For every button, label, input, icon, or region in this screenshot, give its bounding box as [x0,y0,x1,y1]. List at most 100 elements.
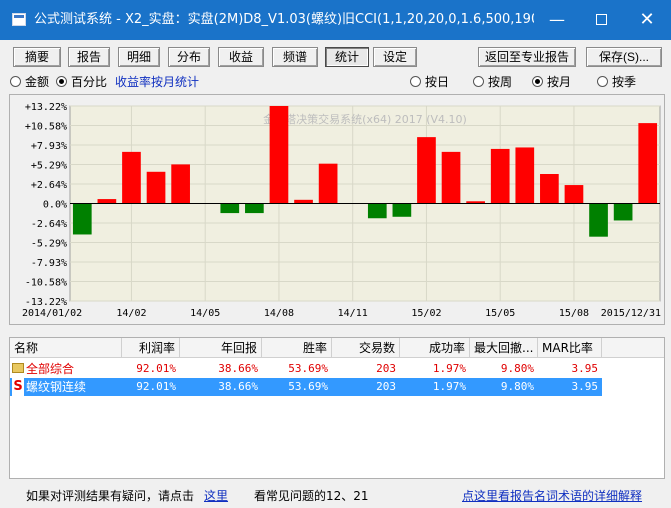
maximize-button[interactable] [578,0,624,40]
results-table[interactable]: 名称 利润率 年回报 胜率 交易数 成功率 最大回撤... MAR比率 全部综合… [9,337,665,479]
stat-caption: 收益率按月统计 [115,75,200,89]
col-trade-count[interactable]: 交易数 [332,338,400,358]
cell-mar-ratio: 3.95 [571,380,599,393]
bar [72,203,92,235]
radio-amount[interactable]: 金额 [10,74,49,90]
tab-detail[interactable]: 明细 [118,47,160,67]
cell-success-rate: 1.97% [432,362,466,375]
returns-bar-chart-svg: +13.22% +10.58% +7.93% +5.29% +2.64% 0.0% -2.6… [22,102,661,319]
x-tick-label: 15/02 [411,308,441,319]
radio-checked-icon [56,76,67,87]
radio-weekly[interactable]: 按周 [473,74,512,90]
radio-circle-icon [10,76,21,87]
return-pro-report-button[interactable]: 返回至专业报告 [478,47,576,67]
maximize-icon [595,14,607,25]
close-button[interactable]: ✕ [624,0,670,40]
x-tick-label: 14/11 [338,308,368,319]
cell-mar-ratio: 3.95 [571,362,599,375]
col-max-drawdown[interactable]: 最大回撤... [470,338,538,358]
x-tick-label: 14/05 [190,308,220,319]
y-tick-label: -13.22% [25,297,67,308]
col-success-rate[interactable]: 成功率 [400,338,470,358]
cell-profit-rate: 92.01% [136,362,176,375]
chart-watermark: 金字塔决策交易系统(x64) 2017 (V4.10) [263,112,467,126]
radio-quarterly[interactable]: 按季 [597,74,636,90]
y-tick-label: +13.22% [25,102,67,113]
cell-success-rate: 1.97% [432,380,466,393]
x-tick-label: 15/05 [485,308,515,319]
row-name: 全部综合 [26,362,75,376]
title-bar[interactable]: 公式测试系统 - X2_实盘：实盘(2M)D8_V1.03(螺纹)旧CCI(1,… [0,0,671,40]
bar [392,203,412,217]
bar [245,203,264,214]
bar [490,148,510,204]
x-tick-label: 2015/12/31 [601,308,661,319]
tab-settings[interactable]: 设定 [373,47,417,67]
cell-trade-count: 203 [376,380,396,393]
cell-annual-return: 38.66% [218,362,258,375]
bar [367,203,387,219]
tab-returns[interactable]: 收益 [218,47,264,67]
x-tick-label: 14/08 [264,308,294,319]
y-tick-label: -5.29% [31,239,67,250]
bar [540,173,559,204]
bar [294,199,313,204]
col-annual-return[interactable]: 年回报 [180,338,262,358]
footer-glossary-link[interactable]: 点这里看报告名词术语的详细解释 [462,488,642,504]
minimize-button[interactable]: — [534,0,580,40]
tab-statistics[interactable]: 统计 [325,47,369,67]
radio-daily[interactable]: 按日 [410,74,449,90]
bar [122,151,141,204]
cell-max-drawdown: 9.80% [500,380,534,393]
col-profit-rate[interactable]: 利润率 [122,338,180,358]
footer-here-link[interactable]: 这里 [204,488,228,504]
tab-distribution[interactable]: 分布 [168,47,210,67]
radio-percent[interactable]: 百分比 [56,74,107,90]
col-mar-ratio[interactable]: MAR比率 [538,338,602,358]
returns-chart[interactable]: +13.22% +10.58% +7.93% +5.29% +2.64% 0.0% -2.6… [9,94,665,325]
bar [417,137,436,204]
save-button[interactable]: 保存(S)... [586,47,662,67]
bar [171,164,190,204]
radio-monthly[interactable]: 按月 [532,74,571,90]
cell-win-rate: 53.69% [288,362,328,375]
bar [269,106,289,204]
window-title: 公式测试系统 - X2_实盘：实盘(2M)D8_V1.03(螺纹)旧CCI(1,… [34,12,534,27]
y-tick-label: -2.64% [31,219,67,230]
tab-spectrum[interactable]: 频谱 [272,47,318,67]
table-row[interactable]: 全部综合 92.01% 38.66% 53.69% 203 1.97% 9.80… [10,360,664,378]
radio-circle-icon [473,76,484,87]
y-tick-label: +5.29% [31,161,67,172]
cell-annual-return: 38.66% [218,380,258,393]
bar [97,199,117,204]
col-win-rate[interactable]: 胜率 [262,338,332,358]
bar [638,123,658,204]
bar [441,151,461,204]
tab-report[interactable]: 报告 [68,47,110,67]
cell-win-rate: 53.69% [288,380,328,393]
y-tick-label: +2.64% [31,180,67,191]
radio-checked-icon [532,76,543,87]
y-tick-label: +10.58% [25,122,67,133]
footer-question-text: 如果对评测结果有疑问，请点击 [26,489,195,503]
col-name[interactable]: 名称 [10,338,122,358]
bar [589,203,608,237]
footer-faq-text: 看常见问题的12、21 [254,489,369,503]
table-row[interactable]: S 螺纹钢连续 92.01% 38.66% 53.69% 203 1.97% 9… [10,378,602,396]
app-icon [12,13,26,26]
bar [318,163,338,204]
y-tick-label: -7.93% [31,258,67,269]
bar [515,147,535,204]
y-tick-label: -10.58% [25,278,67,289]
x-tick-label: 15/08 [559,308,589,319]
row-name: 螺纹钢连续 [26,380,87,394]
x-tick-label: 14/02 [116,308,146,319]
bar [564,185,584,204]
bar [613,203,633,221]
cell-profit-rate: 92.01% [136,380,176,393]
tab-summary[interactable]: 摘要 [13,47,61,67]
table-header: 名称 利润率 年回报 胜率 交易数 成功率 最大回撤... MAR比率 [10,338,664,358]
x-tick-label: 2014/01/02 [22,308,82,319]
radio-circle-icon [597,76,608,87]
bar [220,203,240,214]
